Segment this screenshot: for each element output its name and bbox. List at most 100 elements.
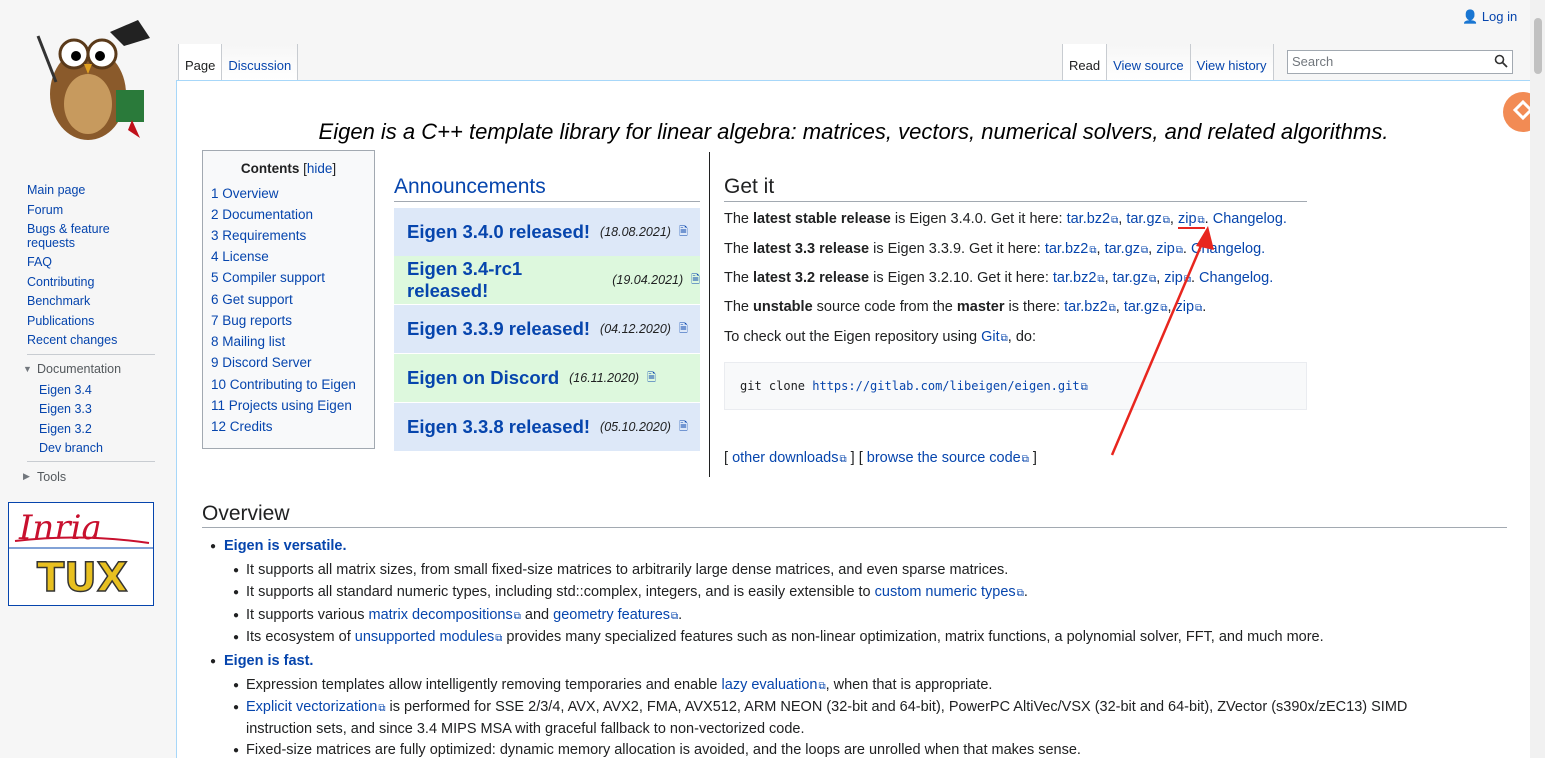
toc-item[interactable]: 3 Requirements: [211, 228, 306, 243]
expand-triangle-icon[interactable]: ▶: [23, 471, 30, 482]
download-tarbz2-link[interactable]: tar.bz2: [1045, 241, 1097, 257]
bullet-icon: ●: [233, 745, 240, 756]
unsupported-modules-link[interactable]: unsupported modules: [355, 629, 503, 645]
user-icon: 👤: [1462, 9, 1479, 24]
sponsor-logos[interactable]: Inria TUX: [8, 502, 154, 606]
git-link[interactable]: Git: [981, 329, 1008, 345]
sidebar-item-recent-changes[interactable]: Recent changes: [27, 333, 117, 347]
toc-item[interactable]: 9 Discord Server: [211, 355, 312, 370]
scrollbar-thumb[interactable]: [1534, 18, 1542, 74]
overview-versatile[interactable]: Eigen is versatile.: [224, 538, 347, 554]
tab-view-source[interactable]: View source: [1106, 44, 1190, 80]
tab-read[interactable]: Read: [1062, 44, 1107, 80]
announcement-item[interactable]: Eigen on Discord (16.11.2020) 🗎: [394, 354, 700, 402]
overview-item: Explicit vectorization is performed for …: [246, 699, 1407, 715]
bullet-icon: ●: [233, 587, 240, 598]
bullet-icon: ●: [233, 632, 240, 643]
document-icon[interactable]: 🗎: [679, 418, 688, 437]
matrix-decompositions-link[interactable]: matrix decompositions: [369, 607, 521, 623]
sidebar-item-contributing[interactable]: Contributing: [27, 275, 94, 289]
download-tarbz2-link[interactable]: tar.bz2: [1053, 270, 1105, 286]
download-links-row: [ other downloads ] [ browse the source …: [724, 450, 1037, 466]
overview-item: It supports all matrix sizes, from small…: [246, 562, 1009, 578]
toc-hide-link[interactable]: hide: [307, 161, 333, 176]
bullet-icon: ●: [233, 565, 240, 576]
eigen-owl-logo[interactable]: [20, 12, 160, 152]
announcement-item[interactable]: Eigen 3.4-rc1 released! (19.04.2021) 🗎: [394, 256, 700, 304]
table-of-contents: Contents [hide] 1 Overview 2 Documentati…: [202, 150, 375, 449]
toc-item[interactable]: 4 License: [211, 249, 269, 264]
other-downloads-link[interactable]: other downloads: [732, 450, 847, 466]
overview-fast[interactable]: Eigen is fast.: [224, 653, 313, 669]
document-icon[interactable]: 🗎: [691, 271, 700, 290]
sidebar-item-benchmark[interactable]: Benchmark: [27, 294, 90, 308]
sidebar-item-eigen-3-4[interactable]: Eigen 3.4: [39, 383, 92, 397]
login-link[interactable]: 👤 Log in: [1462, 9, 1517, 25]
bullet-icon: ●: [233, 702, 240, 713]
search-input[interactable]: Search: [1287, 50, 1513, 74]
toc-item[interactable]: 1 Overview: [211, 186, 279, 201]
getit-line-git: To check out the Eigen repository using …: [724, 329, 1036, 345]
search-icon[interactable]: [1494, 54, 1508, 68]
content-area: Eigen is a C++ template library for line…: [176, 80, 1530, 758]
sidebar-item-faq[interactable]: FAQ: [27, 255, 52, 269]
sidebar-item-eigen-3-3[interactable]: Eigen 3.3: [39, 402, 92, 416]
tab-page[interactable]: Page: [178, 44, 222, 80]
overview-item: Fixed-size matrices are fully optimized:…: [246, 742, 1081, 758]
sidebar-item-eigen-3-2[interactable]: Eigen 3.2: [39, 422, 92, 436]
sidebar-divider: [27, 354, 155, 355]
toc-item[interactable]: 2 Documentation: [211, 207, 313, 222]
toc-item[interactable]: 5 Compiler support: [211, 270, 325, 285]
portal-heading-documentation[interactable]: Documentation: [37, 362, 121, 376]
lazy-evaluation-link[interactable]: lazy evaluation: [722, 677, 826, 693]
announcement-item[interactable]: Eigen 3.3.8 released! (05.10.2020) 🗎: [394, 403, 700, 451]
tab-view-history[interactable]: View history: [1189, 44, 1274, 80]
bullet-icon: ●: [233, 610, 240, 621]
document-icon[interactable]: 🗎: [647, 369, 656, 388]
overview-heading: Overview: [202, 502, 1507, 528]
sidebar-item-forum[interactable]: Forum: [27, 203, 63, 217]
portal-heading-tools[interactable]: Tools: [37, 470, 66, 484]
toc-title: Contents [hide]: [240, 161, 337, 176]
sidebar-item-dev-branch[interactable]: Dev branch: [39, 441, 103, 455]
sidebar-divider: [27, 461, 155, 462]
explicit-vectorization-link[interactable]: Explicit vectorization: [246, 699, 386, 715]
overview-item: It supports various matrix decomposition…: [246, 607, 682, 623]
sidebar-item-bugs-line2[interactable]: requests: [27, 236, 75, 250]
overview-item: Its ecosystem of unsupported modules pro…: [246, 629, 1324, 645]
bullet-icon: ●: [233, 680, 240, 691]
toc-item[interactable]: 11 Projects using Eigen: [211, 398, 352, 413]
view-tabs: Read View source View history: [1062, 44, 1274, 80]
bullet-icon: ●: [210, 541, 217, 552]
toc-item[interactable]: 6 Get support: [211, 292, 293, 307]
page-tagline: Eigen is a C++ template library for line…: [318, 119, 1389, 144]
namespace-tabs: Page Discussion: [178, 44, 299, 80]
toc-item[interactable]: 8 Mailing list: [211, 334, 285, 349]
column-divider: [709, 152, 710, 477]
sidebar-item-publications[interactable]: Publications: [27, 314, 94, 328]
announcement-item[interactable]: Eigen 3.3.9 released! (04.12.2020) 🗎: [394, 305, 700, 353]
custom-numeric-types-link[interactable]: custom numeric types: [875, 584, 1024, 600]
document-icon[interactable]: 🗎: [679, 320, 688, 339]
scrollbar[interactable]: [1530, 0, 1545, 758]
collapse-triangle-icon[interactable]: ▼: [23, 364, 32, 374]
overview-item: Expression templates allow intelligently…: [246, 677, 992, 693]
overview-item: It supports all standard numeric types, …: [246, 584, 1028, 600]
geometry-features-link[interactable]: geometry features: [553, 607, 678, 623]
announcements-heading[interactable]: Announcements: [394, 175, 700, 202]
sidebar-item-bugs[interactable]: Bugs & feature: [27, 222, 110, 236]
svg-text:TUX: TUX: [37, 555, 128, 601]
toc-item[interactable]: 12 Credits: [211, 419, 273, 434]
overview-item-continued: instruction sets, and since 3.4 MIPS MSA…: [246, 721, 805, 737]
repo-url-link[interactable]: https://gitlab.com/libeigen/eigen.git: [812, 379, 1087, 393]
bullet-icon: ●: [210, 656, 217, 667]
inria-logo: Inria TUX: [9, 508, 153, 602]
document-icon[interactable]: 🗎: [679, 223, 688, 242]
svg-text:Inria: Inria: [18, 508, 102, 548]
tab-discussion[interactable]: Discussion: [221, 44, 299, 80]
toc-item[interactable]: 7 Bug reports: [211, 313, 292, 328]
announcement-item[interactable]: Eigen 3.4.0 released! (18.08.2021) 🗎: [394, 208, 700, 256]
browse-source-link[interactable]: browse the source code: [867, 450, 1029, 466]
toc-item[interactable]: 10 Contributing to Eigen: [211, 377, 356, 392]
sidebar-item-main-page[interactable]: Main page: [27, 183, 85, 197]
